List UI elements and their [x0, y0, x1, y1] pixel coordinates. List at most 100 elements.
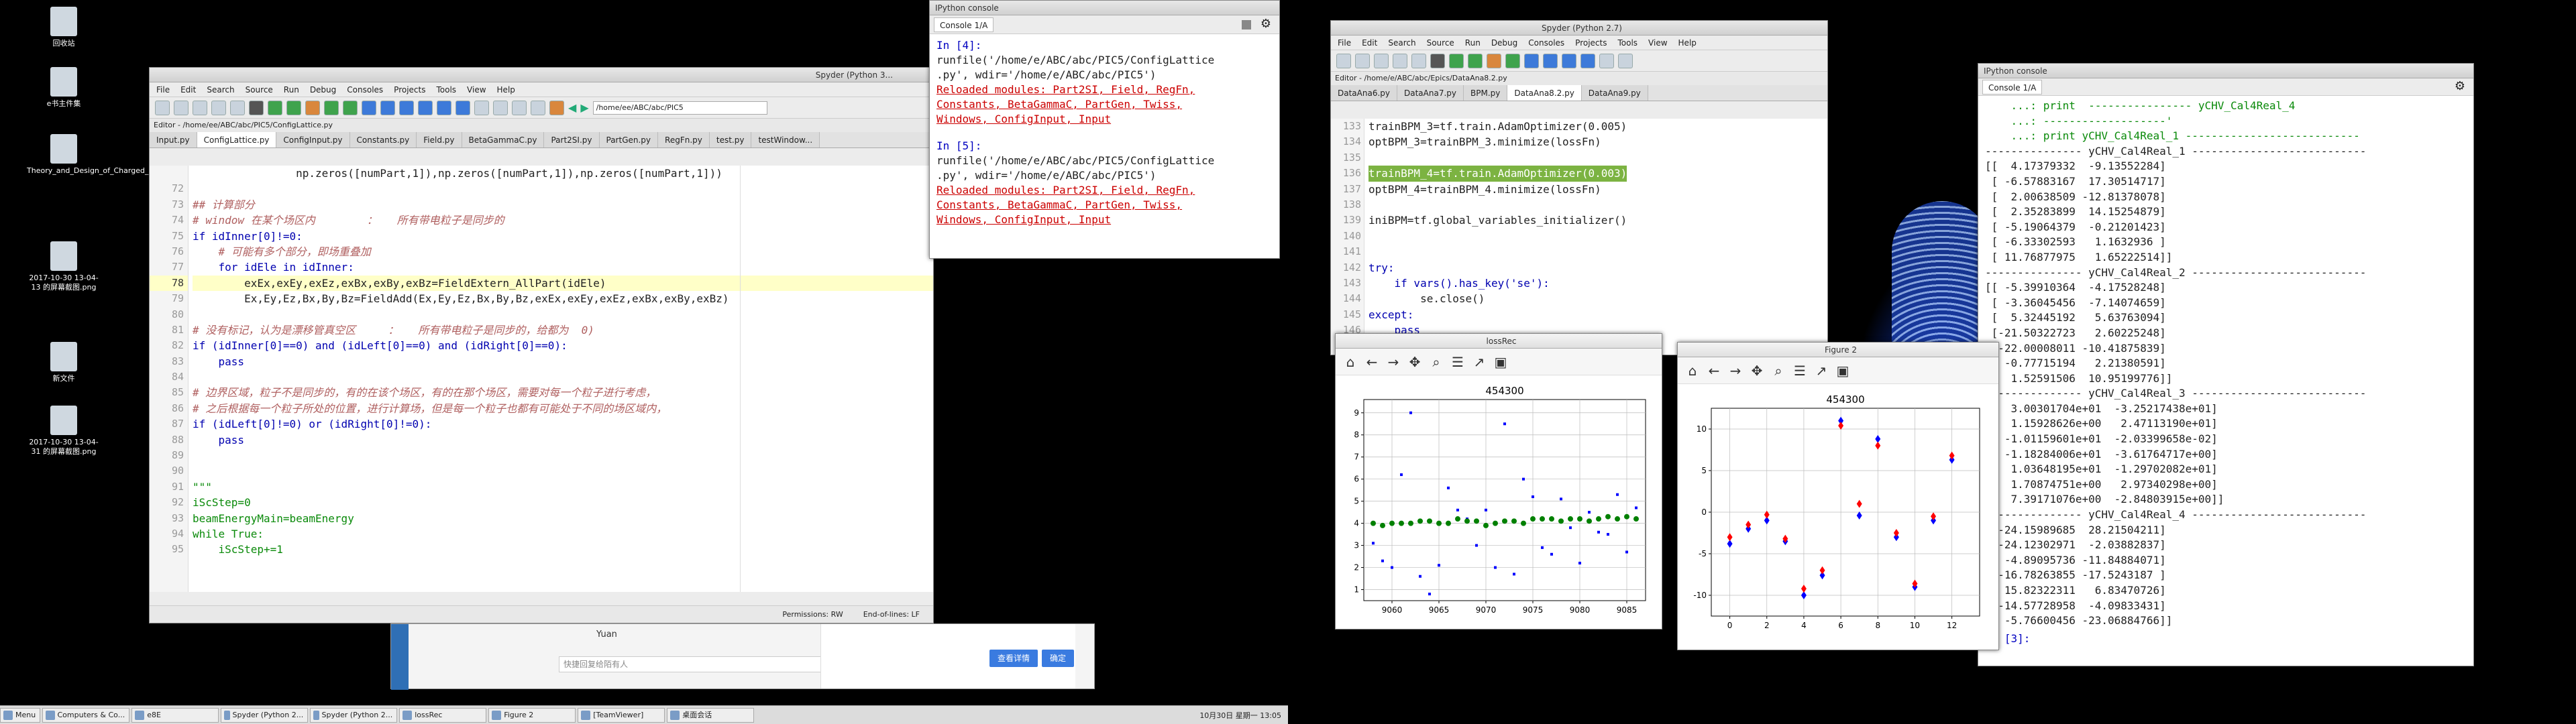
gear-icon[interactable]: ⚙: [2455, 79, 2465, 93]
preferences-icon[interactable]: [1599, 53, 1614, 68]
taskbar-item[interactable]: 桌面会话: [667, 707, 755, 723]
console-tab[interactable]: Console 1/A: [1982, 80, 2043, 95]
taskbar-item[interactable]: [TeamViewer]: [578, 707, 665, 723]
menu-item[interactable]: Consoles: [347, 85, 383, 95]
editor-tab[interactable]: DataAna8.2.py: [1507, 85, 1582, 101]
back-icon[interactable]: ◀: [568, 101, 576, 114]
menu-item[interactable]: Run: [1465, 38, 1481, 48]
run-selection-icon[interactable]: [1505, 53, 1520, 68]
console-output[interactable]: ...: print ---------------- yCHV_Cal4Rea…: [1978, 96, 2473, 666]
menu-item[interactable]: Search: [207, 85, 234, 95]
save-icon[interactable]: [193, 100, 207, 115]
console-tab[interactable]: Console 1/A: [934, 17, 994, 32]
ipython-console-right[interactable]: IPython console Console 1/A ⚙ ...: print…: [1978, 63, 2474, 666]
menu-item[interactable]: Help: [497, 85, 515, 95]
editor-tab[interactable]: Constants.py: [350, 132, 417, 147]
menu-item[interactable]: Search: [1388, 38, 1415, 48]
spyder-window-left[interactable]: Spyder (Python 3... File Edit Search Source…: [149, 67, 934, 623]
confirm-button[interactable]: 确定: [1042, 650, 1074, 667]
step-into-icon[interactable]: [399, 100, 414, 115]
pan-icon[interactable]: ✥: [1749, 363, 1765, 379]
chat-input[interactable]: 快捷回复给陌有人: [559, 656, 841, 672]
home-icon[interactable]: ⌂: [1342, 354, 1358, 370]
open-file-icon[interactable]: [1355, 53, 1370, 68]
zoom-icon[interactable]: ⌕: [1428, 354, 1444, 370]
desktop-icon[interactable]: Theory_and_Design_of_Charged_Particle_[R…: [27, 134, 258, 176]
desktop-icon[interactable]: 回收站: [27, 7, 101, 48]
code-editor[interactable]: 133 134 135 136 137 138 139 140 141 142 143 144 145 1…: [1331, 119, 1827, 355]
at-icon[interactable]: [249, 100, 264, 115]
menu-item[interactable]: Source: [1427, 38, 1454, 48]
new-file-icon[interactable]: [1336, 53, 1351, 68]
menu-item[interactable]: View: [1648, 38, 1667, 48]
console-titlebar[interactable]: IPython console: [1978, 64, 2473, 78]
spyder-right-titlebar[interactable]: Spyder (Python 2.7): [1331, 21, 1827, 36]
pythonpath-icon[interactable]: [531, 100, 545, 115]
taskbar-item[interactable]: lossRec: [399, 707, 487, 723]
step-icon[interactable]: [1543, 53, 1558, 68]
figure-titlebar[interactable]: lossRec: [1336, 334, 1662, 349]
menu-item[interactable]: Tools: [1617, 38, 1638, 48]
ipython-console-left[interactable]: IPython console Console 1/A ⚙ In [4]: run…: [929, 0, 1280, 259]
menu-item[interactable]: Run: [284, 85, 299, 95]
subplots-icon[interactable]: ☰: [1792, 363, 1808, 379]
menu-item[interactable]: File: [156, 85, 170, 95]
editor-tab[interactable]: RegFn.py: [658, 132, 710, 147]
console-titlebar[interactable]: IPython console: [930, 1, 1279, 15]
editor-tab[interactable]: DataAna6.py: [1331, 85, 1397, 101]
editor-tab[interactable]: DataAna7.py: [1397, 85, 1464, 101]
run-cell-icon[interactable]: [1468, 53, 1483, 68]
taskbar-item[interactable]: Spyder (Python 2...: [221, 707, 309, 723]
menu-item[interactable]: Debug: [1491, 38, 1517, 48]
figure-titlebar[interactable]: Figure 2: [1678, 343, 1998, 357]
stop-icon[interactable]: [1242, 20, 1251, 29]
editor-tab[interactable]: Input.py: [150, 132, 197, 147]
save-figure-icon[interactable]: ▣: [1493, 354, 1509, 370]
pan-icon[interactable]: ✥: [1407, 354, 1423, 370]
step-into-icon[interactable]: [1562, 53, 1576, 68]
menu-item[interactable]: Consoles: [1528, 38, 1564, 48]
run-cell-advance-icon[interactable]: [1487, 53, 1501, 68]
editor-tab[interactable]: DataAna9.py: [1581, 85, 1648, 101]
save-figure-icon[interactable]: ▣: [1835, 363, 1851, 379]
menu-item[interactable]: Debug: [310, 85, 336, 95]
figure-window-figure2[interactable]: Figure 2 ⌂ ← → ✥ ⌕ ☰ ↗ ▣ 454300 0 2 4 6 8 10 12 -10 -5 0 5…: [1677, 342, 1999, 650]
subplots-icon[interactable]: ☰: [1450, 354, 1466, 370]
taskbar-item[interactable]: Spyder (Python 2...: [310, 707, 398, 723]
rerun-icon[interactable]: [343, 100, 358, 115]
menu-item[interactable]: Projects: [394, 85, 425, 95]
continue-icon[interactable]: [437, 100, 451, 115]
run-selection-icon[interactable]: [324, 100, 339, 115]
code-editor[interactable]: 72 73 74 75 76 77 78 79 80 81 82 83 84 85 86 87 88 89 90 91…: [150, 166, 933, 592]
console-output[interactable]: In [4]: runfile('/home/e/ABC/abc/PIC5/Con…: [930, 34, 1279, 258]
forward-arrow-icon[interactable]: →: [1385, 354, 1401, 370]
forward-arrow-icon[interactable]: →: [1727, 363, 1743, 379]
desktop-icon[interactable]: 2017-10-30 13-04-13 的屏幕截图.png: [27, 241, 101, 292]
editor-tab[interactable]: BPM.py: [1464, 85, 1508, 101]
editor-tab[interactable]: test.py: [709, 132, 752, 147]
run-cell-advance-icon[interactable]: [305, 100, 320, 115]
figure-window-lossrec[interactable]: lossRec ⌂ ← → ✥ ⌕ ☰ ↗ ▣ 454300 9060 9065 9070 9075 9…: [1335, 333, 1662, 629]
editor-tab[interactable]: Part2SI.py: [544, 132, 600, 147]
editor-tab[interactable]: ConfigLattice.py: [197, 132, 277, 147]
menu-item[interactable]: Tools: [436, 85, 456, 95]
spyder-window-right[interactable]: Spyder (Python 2.7) File Edit Search Source…: [1330, 20, 1828, 355]
debug-icon[interactable]: [362, 100, 376, 115]
desktop-icon[interactable]: 2017-10-30 13-04-31 的屏幕截图.png: [27, 406, 101, 457]
chat-popup[interactable]: Yuan 快捷回复给陌有人 查看详情 确定: [390, 623, 1095, 690]
new-file-icon[interactable]: [155, 100, 170, 115]
editor-tab[interactable]: ConfigInput.py: [276, 132, 350, 147]
gear-icon[interactable]: ⚙: [1260, 17, 1271, 31]
save-icon[interactable]: [1374, 53, 1389, 68]
save-all-icon[interactable]: [211, 100, 226, 115]
spyder-left-titlebar[interactable]: Spyder (Python 3...: [150, 68, 933, 82]
step-icon[interactable]: [380, 100, 395, 115]
menu-item[interactable]: View: [467, 85, 486, 95]
menu-item[interactable]: Edit: [1362, 38, 1377, 48]
start-menu-button[interactable]: Menu: [0, 707, 41, 723]
menu-item[interactable]: Help: [1678, 38, 1697, 48]
figure2-plot[interactable]: 454300 0 2 4 6 8 10 12 -10 -5 0 5 10: [1678, 384, 1998, 650]
pythonpath-icon[interactable]: [1618, 53, 1633, 68]
editor-tab[interactable]: testWindow...: [751, 132, 820, 147]
back-arrow-icon[interactable]: ←: [1706, 363, 1722, 379]
